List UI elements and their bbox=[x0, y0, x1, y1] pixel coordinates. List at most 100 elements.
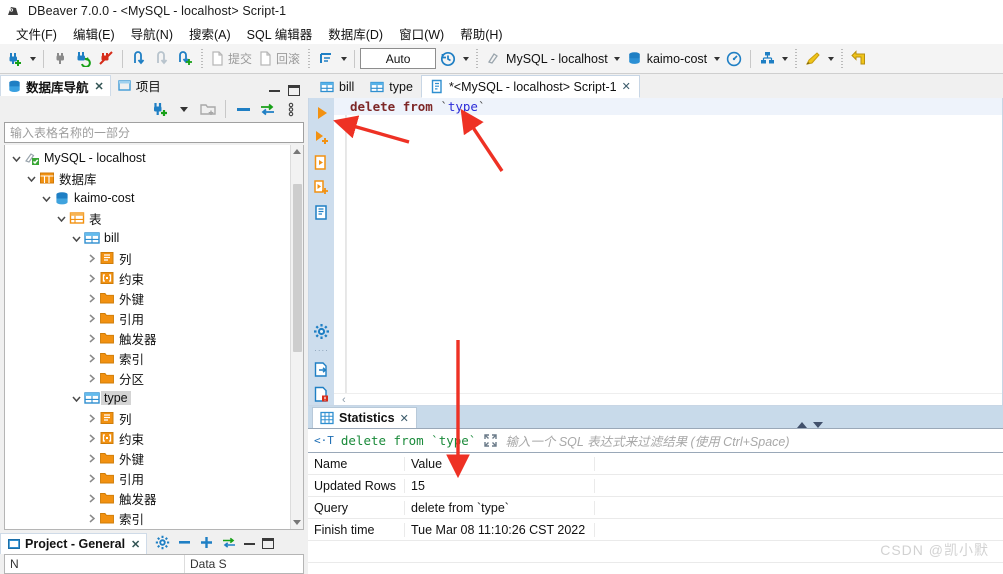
tree-body[interactable]: MySQL - localhost 数据库 kaimo-cost 表 bill 列约束 外键… bbox=[5, 145, 290, 529]
add-icon[interactable] bbox=[199, 535, 214, 553]
chevron-right-icon[interactable] bbox=[84, 513, 98, 524]
tree-item-MySQL - localhost[interactable]: MySQL - localhost bbox=[5, 148, 290, 168]
new-connection-icon[interactable] bbox=[149, 98, 171, 120]
chevron-right-icon[interactable] bbox=[84, 453, 98, 464]
results-row[interactable]: Updated Rows 15 bbox=[308, 475, 1003, 497]
tree-item-数据库[interactable]: 数据库 bbox=[5, 168, 290, 188]
tree-item-引用[interactable]: 引用 bbox=[5, 308, 290, 328]
new-connection-dropdown-icon[interactable] bbox=[27, 47, 38, 71]
tree-item-列[interactable]: 列 bbox=[5, 408, 290, 428]
performance-icon[interactable] bbox=[723, 47, 745, 71]
sql-editor-icon[interactable] bbox=[802, 47, 824, 71]
tree-item-触发器[interactable]: 触发器 bbox=[5, 328, 290, 348]
sql-code-line[interactable]: delete from ` type ` bbox=[334, 98, 1002, 115]
scroll-up-icon[interactable] bbox=[291, 145, 304, 158]
chevron-right-icon[interactable] bbox=[84, 473, 98, 484]
maximize-icon[interactable] bbox=[262, 538, 275, 549]
tree-item-索引[interactable]: 索引 bbox=[5, 348, 290, 368]
next-result-icon[interactable] bbox=[813, 422, 823, 428]
menu-database[interactable]: 数据库(D) bbox=[320, 22, 391, 45]
sql-code-area[interactable]: delete from ` type ` ‹ bbox=[334, 98, 1002, 406]
tree-item-引用[interactable]: 引用 bbox=[5, 468, 290, 488]
settings-gear-icon[interactable] bbox=[155, 535, 170, 553]
tree-item-约束[interactable]: 约束 bbox=[5, 428, 290, 448]
rollback-button[interactable]: 回滚 bbox=[256, 50, 303, 67]
sql-error-log-icon[interactable] bbox=[311, 384, 333, 405]
close-icon[interactable]: ✕ bbox=[131, 538, 140, 551]
new-folder-icon[interactable] bbox=[197, 98, 219, 120]
sql-code-empty[interactable] bbox=[346, 115, 1002, 393]
chevron-right-icon[interactable] bbox=[84, 433, 98, 444]
tree-item-列[interactable]: 列 bbox=[5, 248, 290, 268]
tree-item-分区[interactable]: 分区 bbox=[5, 368, 290, 388]
cell-value[interactable]: delete from `type` bbox=[405, 500, 595, 515]
database-selector[interactable]: kaimo-cost bbox=[624, 51, 710, 66]
commit-button[interactable]: 提交 bbox=[208, 50, 255, 67]
chevron-right-icon[interactable] bbox=[84, 493, 98, 504]
execute-script-new-tab-icon[interactable] bbox=[311, 177, 333, 198]
tree-filter-input[interactable]: 输入表格名称的一部分 bbox=[4, 122, 304, 143]
view-menu-icon[interactable] bbox=[280, 98, 302, 120]
editor-tab-script-1[interactable]: *<MySQL - localhost> Script-1 ✕ bbox=[420, 75, 640, 98]
cell-value[interactable]: 15 bbox=[405, 478, 595, 493]
close-icon[interactable]: ✕ bbox=[622, 80, 631, 93]
settings-gear-icon[interactable] bbox=[311, 321, 333, 342]
sql-code-body[interactable] bbox=[334, 115, 1002, 393]
expand-filter-icon[interactable] bbox=[483, 433, 498, 448]
new-connection-dropdown-icon[interactable] bbox=[173, 98, 195, 120]
filter-placeholder[interactable]: 输入一个 SQL 表达式来过滤结果 (使用 Ctrl+Space) bbox=[505, 431, 789, 450]
transaction-log-dropdown-icon[interactable] bbox=[338, 47, 349, 71]
close-icon[interactable]: ✕ bbox=[400, 412, 409, 425]
previous-result-icon[interactable] bbox=[797, 422, 807, 428]
commit-mode-icon[interactable] bbox=[151, 47, 173, 71]
editor-horizontal-scroll[interactable]: ‹ bbox=[334, 393, 1002, 406]
tree-item-索引[interactable]: 索引 bbox=[5, 508, 290, 528]
menu-help[interactable]: 帮助(H) bbox=[452, 22, 510, 45]
tree-item-bill[interactable]: bill bbox=[5, 228, 290, 248]
scroll-thumb[interactable] bbox=[292, 184, 302, 352]
add-transaction-icon[interactable] bbox=[174, 47, 196, 71]
new-connection-icon[interactable] bbox=[4, 47, 26, 71]
scroll-left-icon[interactable]: ‹ bbox=[342, 394, 346, 406]
menu-file[interactable]: 文件(F) bbox=[8, 22, 65, 45]
cell-value[interactable]: Value bbox=[405, 456, 595, 471]
menu-edit[interactable]: 编辑(E) bbox=[65, 22, 123, 45]
execute-in-new-tab-icon[interactable] bbox=[311, 152, 333, 173]
chevron-right-icon[interactable] bbox=[84, 373, 98, 384]
collapse-all-icon[interactable] bbox=[232, 98, 254, 120]
chevron-down-icon[interactable] bbox=[9, 153, 23, 164]
chevron-right-icon[interactable] bbox=[84, 273, 98, 284]
back-navigation-icon[interactable] bbox=[848, 47, 870, 71]
editor-tab-type[interactable]: type bbox=[362, 75, 421, 98]
scroll-down-icon[interactable] bbox=[291, 516, 304, 529]
menu-window[interactable]: 窗口(W) bbox=[391, 22, 452, 45]
filter-text-icon[interactable]: <·T bbox=[314, 434, 334, 447]
link-with-editor-icon[interactable] bbox=[256, 98, 278, 120]
chevron-down-icon[interactable] bbox=[69, 233, 83, 244]
cell-name[interactable]: Query bbox=[308, 500, 405, 515]
database-dropdown-icon[interactable] bbox=[711, 47, 722, 71]
tree-item-约束[interactable]: 约束 bbox=[5, 268, 290, 288]
editor-tab-bill[interactable]: bill bbox=[312, 75, 362, 98]
collapse-icon[interactable] bbox=[177, 535, 192, 553]
chevron-down-icon[interactable] bbox=[69, 393, 83, 404]
sql-editor-dropdown-icon[interactable] bbox=[825, 47, 836, 71]
chevron-right-icon[interactable] bbox=[84, 413, 98, 424]
execute-sql-script-icon[interactable] bbox=[311, 127, 333, 148]
auto-commit-selector[interactable]: Auto bbox=[360, 48, 437, 69]
tree-item-表[interactable]: 表 bbox=[5, 208, 290, 228]
tree-item-kaimo-cost[interactable]: kaimo-cost bbox=[5, 188, 290, 208]
menu-navigate[interactable]: 导航(N) bbox=[123, 22, 181, 45]
chevron-right-icon[interactable] bbox=[84, 253, 98, 264]
results-empty-row[interactable] bbox=[308, 541, 1003, 563]
chevron-right-icon[interactable] bbox=[84, 353, 98, 364]
invalidate-connection-icon[interactable] bbox=[95, 47, 117, 71]
minimize-icon[interactable] bbox=[269, 89, 280, 92]
connection-selector[interactable]: MySQL - localhost bbox=[483, 51, 611, 66]
disconnect-icon[interactable] bbox=[49, 47, 71, 71]
export-from-query-icon[interactable] bbox=[311, 359, 333, 380]
transaction-log-icon[interactable] bbox=[315, 47, 337, 71]
maximize-icon[interactable] bbox=[288, 85, 300, 96]
history-icon[interactable] bbox=[437, 47, 459, 71]
tree-item-type[interactable]: type bbox=[5, 388, 290, 408]
